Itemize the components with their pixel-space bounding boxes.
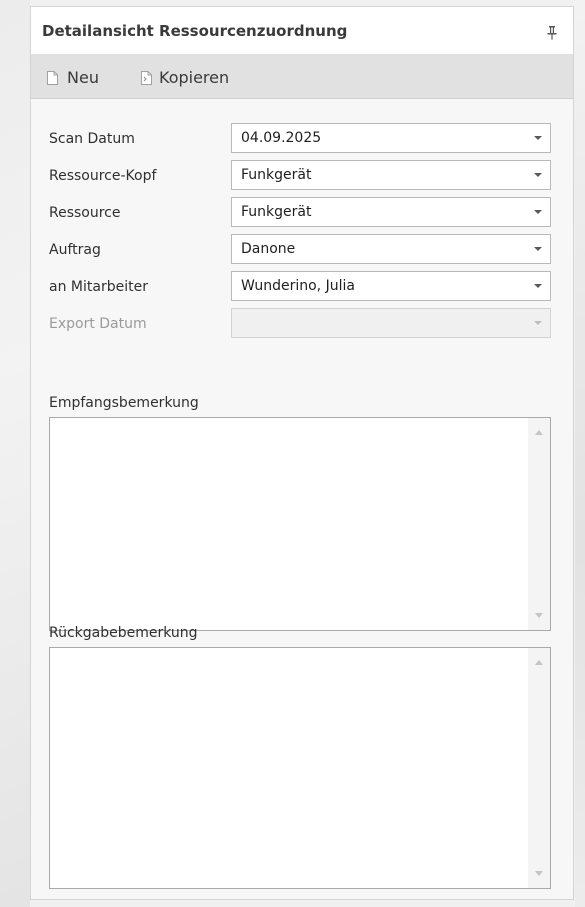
dropdown-arrow-icon[interactable] — [534, 247, 542, 251]
scrollbar[interactable] — [528, 418, 550, 630]
an-mitarbeiter-value: Wunderino, Julia — [241, 278, 355, 294]
ressource-value: Funkgerät — [241, 204, 312, 220]
dropdown-arrow-icon — [534, 321, 542, 325]
new-button[interactable]: Neu — [47, 55, 99, 99]
dropdown-arrow-icon[interactable] — [534, 284, 542, 288]
new-document-icon — [47, 70, 58, 85]
auftrag-select[interactable]: Danone — [231, 234, 551, 264]
export-datum-select — [231, 308, 551, 338]
auftrag-value: Danone — [241, 241, 296, 257]
pin-icon[interactable] — [547, 25, 557, 40]
scroll-down-icon[interactable] — [535, 613, 543, 618]
scan-datum-label: Scan Datum — [49, 131, 135, 147]
dropdown-arrow-icon[interactable] — [534, 210, 542, 214]
background-right — [575, 0, 585, 907]
empfangsbemerkung-textarea[interactable] — [49, 417, 551, 631]
scan-datum-select[interactable]: 04.09.2025 — [231, 123, 551, 153]
export-datum-label: Export Datum — [49, 316, 147, 332]
ressource-kopf-value: Funkgerät — [241, 167, 312, 183]
auftrag-label: Auftrag — [49, 242, 101, 258]
background-left — [0, 0, 30, 907]
scrollbar[interactable] — [528, 648, 550, 888]
scroll-up-icon[interactable] — [535, 660, 543, 665]
scan-datum-value: 04.09.2025 — [241, 130, 322, 146]
panel-title: Detailansicht Ressourcenzuordnung — [42, 22, 348, 40]
ressource-select[interactable]: Funkgerät — [231, 197, 551, 227]
scroll-up-icon[interactable] — [535, 430, 543, 435]
copy-document-icon — [139, 70, 152, 85]
rueckgabebemerkung-textarea[interactable] — [49, 647, 551, 889]
ressource-kopf-select[interactable]: Funkgerät — [231, 160, 551, 190]
dropdown-arrow-icon[interactable] — [534, 173, 542, 177]
panel-header: Detailansicht Ressourcenzuordnung — [31, 7, 573, 55]
toolbar: Neu Kopieren — [31, 55, 573, 99]
empfangsbemerkung-label: Empfangsbemerkung — [49, 395, 199, 411]
an-mitarbeiter-label: an Mitarbeiter — [49, 279, 148, 295]
detail-panel: Detailansicht Ressourcenzuordnung Neu Ko… — [30, 6, 574, 900]
ressource-label: Ressource — [49, 205, 121, 221]
new-button-label: Neu — [67, 67, 99, 87]
dropdown-arrow-icon[interactable] — [534, 136, 542, 140]
copy-button[interactable]: Kopieren — [139, 55, 229, 99]
rueckgabebemerkung-label: Rückgabebemerkung — [49, 625, 198, 641]
copy-button-label: Kopieren — [159, 67, 230, 87]
scroll-down-icon[interactable] — [535, 871, 543, 876]
an-mitarbeiter-select[interactable]: Wunderino, Julia — [231, 271, 551, 301]
ressource-kopf-label: Ressource-Kopf — [49, 168, 157, 184]
